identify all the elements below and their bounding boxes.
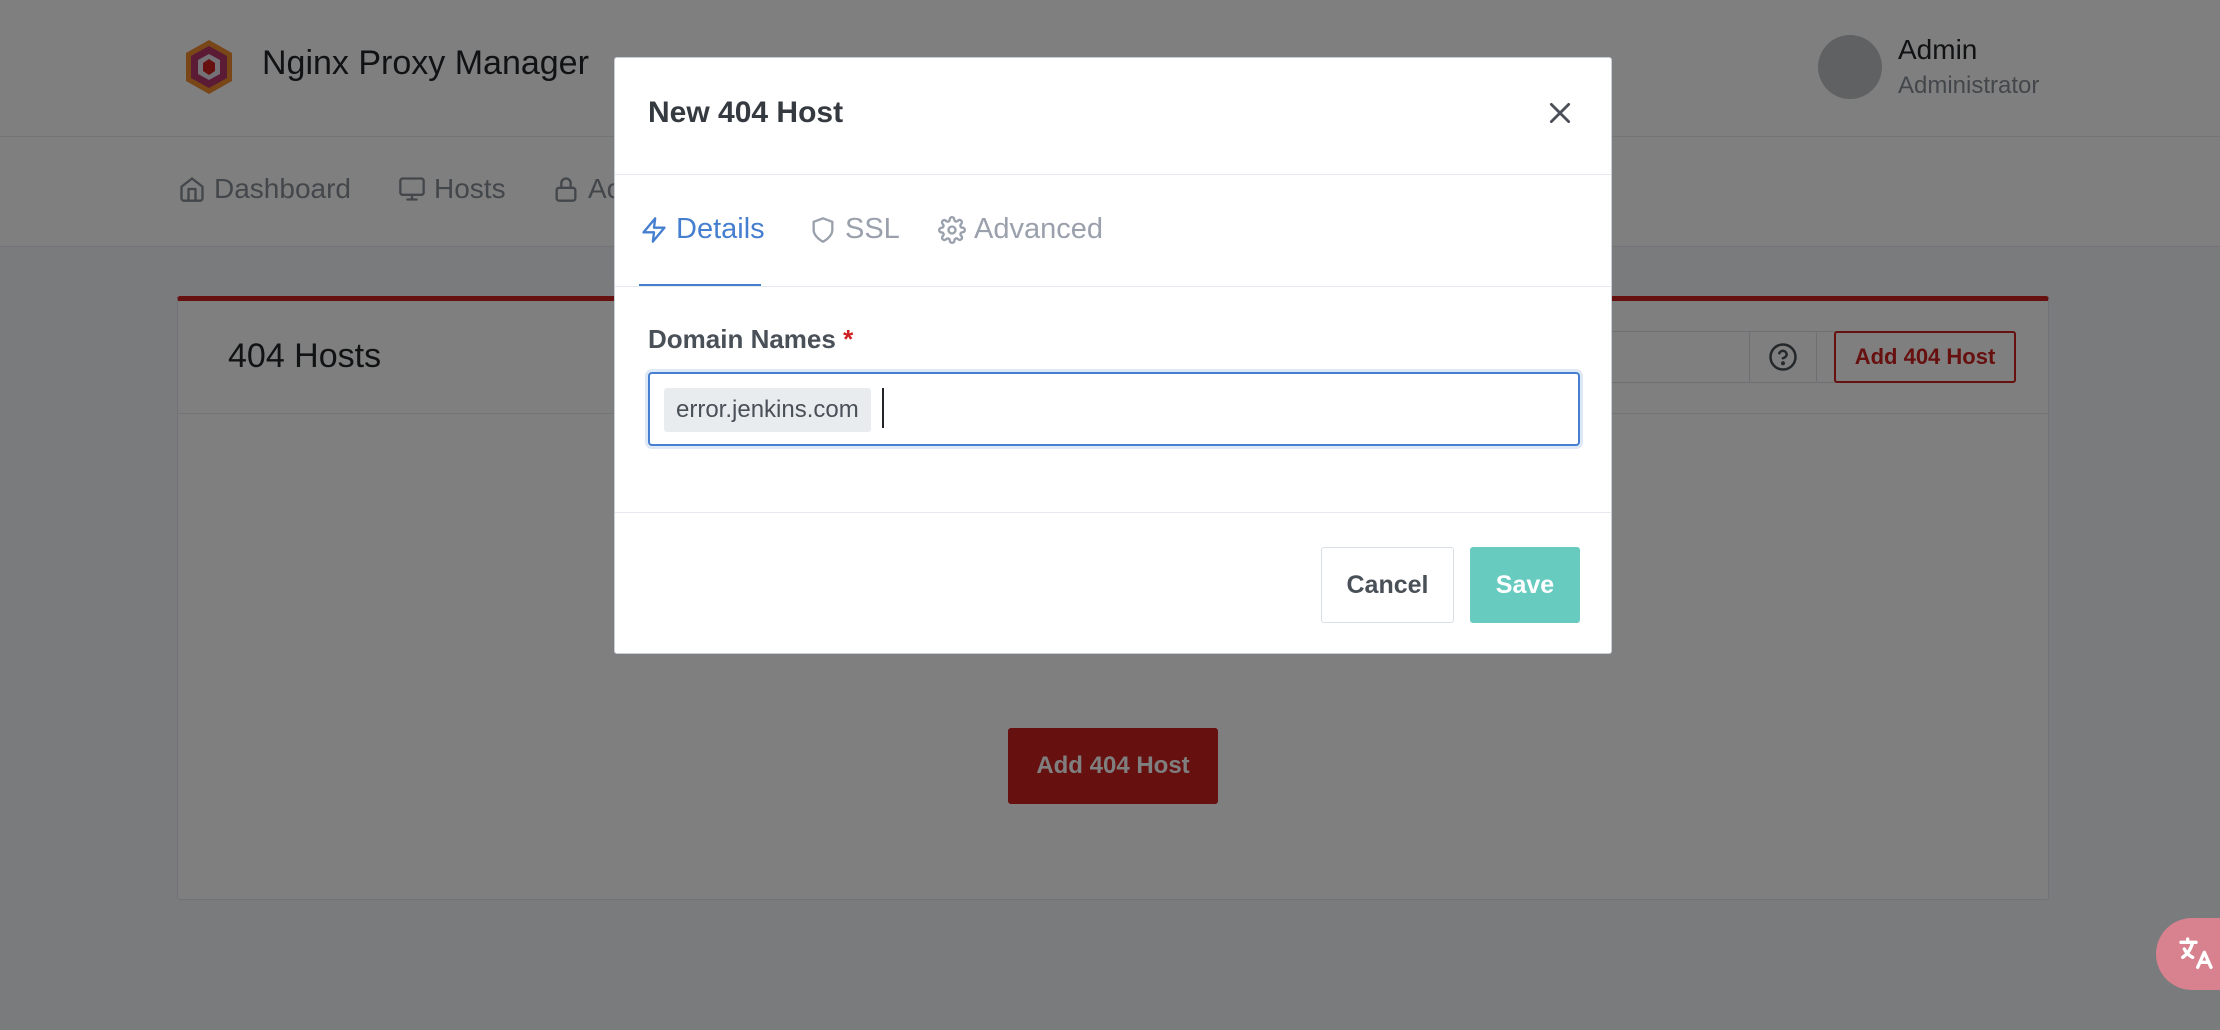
save-button[interactable]: Save	[1470, 547, 1580, 623]
settings-icon	[938, 215, 966, 244]
tab-label: SSL	[845, 213, 900, 245]
close-icon	[1549, 102, 1571, 124]
dialog-title: New 404 Host	[648, 96, 844, 129]
tab-details[interactable]: Details	[640, 213, 765, 246]
required-marker: *	[843, 324, 854, 354]
zap-icon	[642, 216, 666, 243]
new-404-host-dialog: New 404 Host Details SSL Advanced Domain…	[614, 57, 1612, 654]
tab-advanced[interactable]: Advanced	[938, 213, 1103, 246]
domain-chip[interactable]: error.jenkins.com	[664, 388, 871, 432]
tab-label: Advanced	[974, 213, 1103, 245]
domain-names-input[interactable]: error.jenkins.com	[648, 372, 1580, 446]
translate-button[interactable]	[2156, 918, 2220, 990]
domain-names-label-text: Domain Names	[648, 324, 836, 354]
translate-icon	[2179, 937, 2213, 969]
dialog-footer-divider	[615, 512, 1611, 513]
close-button[interactable]	[1543, 96, 1577, 130]
cancel-button[interactable]: Cancel	[1321, 547, 1454, 623]
tabs-divider	[615, 286, 1611, 287]
tab-ssl[interactable]: SSL	[809, 213, 900, 246]
tab-label: Details	[676, 213, 765, 245]
dialog-header-divider	[615, 174, 1611, 175]
text-caret	[882, 388, 884, 428]
shield-icon	[812, 216, 834, 243]
domain-names-label: Domain Names *	[648, 324, 853, 355]
